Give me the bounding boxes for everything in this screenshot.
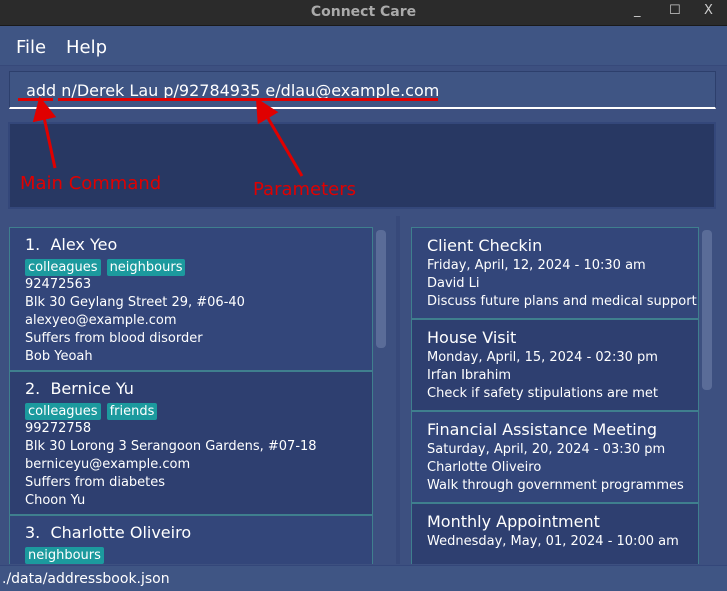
event-title: Financial Assistance Meeting bbox=[427, 420, 657, 439]
person-contact: Bob Yeoah bbox=[25, 349, 93, 364]
tag: friends bbox=[106, 403, 158, 420]
event-datetime: Wednesday, May, 01, 2024 - 10:00 am bbox=[427, 534, 679, 549]
event-list-scrollbar[interactable] bbox=[702, 230, 712, 390]
status-bar: ./data/addressbook.json bbox=[0, 565, 727, 591]
person-name: Bernice Yu bbox=[50, 379, 134, 398]
save-location: ./data/addressbook.json bbox=[2, 571, 170, 587]
person-card[interactable]: 3. Charlotte Oliveiro neighbours bbox=[9, 515, 373, 564]
person-phone: 99272758 bbox=[25, 421, 92, 436]
event-datetime: Friday, April, 12, 2024 - 10:30 am bbox=[427, 258, 646, 273]
event-person: Charlotte Oliveiro bbox=[427, 460, 542, 475]
person-name: Alex Yeo bbox=[50, 235, 118, 254]
person-address: Blk 30 Lorong 3 Serangoon Gardens, #07-1… bbox=[25, 439, 317, 454]
event-datetime: Monday, April, 15, 2024 - 02:30 pm bbox=[427, 350, 658, 365]
event-person: David Li bbox=[427, 276, 480, 291]
event-card[interactable]: Monthly Appointment Wednesday, May, 01, … bbox=[411, 503, 699, 564]
person-contact: Choon Yu bbox=[25, 493, 86, 508]
tag: colleagues bbox=[25, 403, 101, 420]
tag: neighbours bbox=[25, 547, 104, 564]
event-datetime: Saturday, April, 20, 2024 - 03:30 pm bbox=[427, 442, 666, 457]
person-index: 3. bbox=[25, 523, 41, 542]
person-index: 2. bbox=[25, 379, 41, 398]
event-list: Client Checkin Friday, April, 12, 2024 -… bbox=[400, 216, 727, 564]
person-card[interactable]: 1. Alex Yeo colleagues neighbours 9247256… bbox=[9, 227, 373, 371]
event-card[interactable]: House Visit Monday, April, 15, 2024 - 02… bbox=[411, 319, 699, 411]
event-title: House Visit bbox=[427, 328, 517, 347]
person-address: Blk 30 Geylang Street 29, #06-40 bbox=[25, 295, 245, 310]
event-card[interactable]: Financial Assistance Meeting Saturday, A… bbox=[411, 411, 699, 503]
event-description: Discuss future plans and medical support bbox=[427, 294, 697, 309]
event-title: Monthly Appointment bbox=[427, 512, 600, 531]
event-person: Irfan Ibrahim bbox=[427, 368, 512, 383]
person-note: Suffers from blood disorder bbox=[25, 331, 203, 346]
event-description: Walk through government programmes bbox=[427, 478, 684, 493]
person-list-scrollbar[interactable] bbox=[376, 230, 386, 348]
person-email: berniceyu@example.com bbox=[25, 457, 191, 472]
person-email: alexyeo@example.com bbox=[25, 313, 177, 328]
tag: colleagues bbox=[25, 259, 101, 276]
main-command-label: Main Command bbox=[20, 173, 162, 194]
parameters-label: Parameters bbox=[253, 179, 357, 200]
person-index: 1. bbox=[25, 235, 41, 254]
event-card[interactable]: Client Checkin Friday, April, 12, 2024 -… bbox=[411, 227, 699, 319]
person-list: 1. Alex Yeo colleagues neighbours 9247256… bbox=[0, 216, 396, 564]
event-description: Check if safety stipulations are met bbox=[427, 386, 658, 401]
person-note: Suffers from diabetes bbox=[25, 475, 166, 490]
tag: neighbours bbox=[106, 259, 186, 276]
person-card[interactable]: 2. Bernice Yu colleagues friends 99272758… bbox=[9, 371, 373, 515]
person-name: Charlotte Oliveiro bbox=[50, 523, 192, 542]
event-title: Client Checkin bbox=[427, 236, 543, 255]
person-phone: 92472563 bbox=[25, 277, 92, 292]
